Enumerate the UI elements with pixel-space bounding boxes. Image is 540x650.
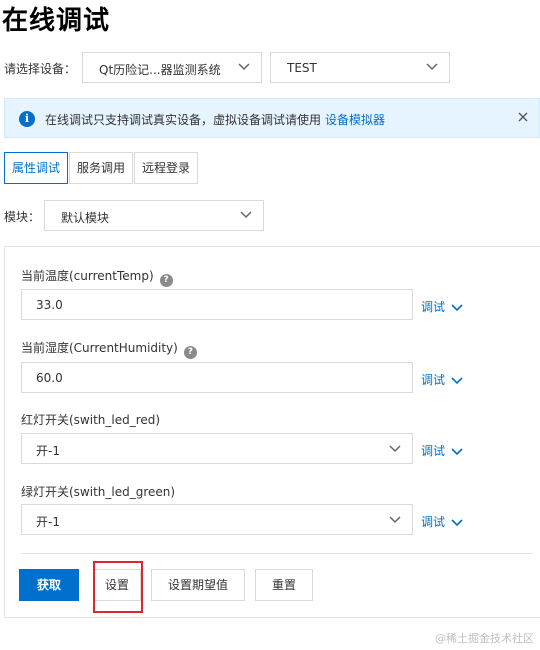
debug-link-label: 调试 [421, 515, 446, 529]
divider [21, 553, 533, 554]
debug-link[interactable]: 调试 [421, 442, 463, 459]
device-select[interactable]: TEST [270, 52, 450, 83]
green-led-select[interactable]: 开-1 [21, 504, 413, 535]
debug-link[interactable]: 调试 [421, 513, 463, 530]
field-value: 开-1 [36, 515, 60, 529]
current-temp-input[interactable]: 33.0 [21, 289, 413, 320]
device-select-value: TEST [287, 61, 317, 75]
device-simulator-link[interactable]: 设备模拟器 [325, 113, 385, 127]
info-icon: i [19, 111, 35, 127]
debug-link-label: 调试 [421, 444, 446, 458]
notice-text: 在线调试只支持调试真实设备，虚拟设备调试请使用 [45, 113, 322, 127]
tab-remote-login[interactable]: 远程登录 [134, 152, 198, 184]
red-led-select[interactable]: 开-1 [21, 433, 413, 464]
reset-button[interactable]: 重置 [255, 569, 313, 601]
help-icon[interactable]: ? [159, 274, 173, 287]
get-button[interactable]: 获取 [19, 569, 79, 601]
field-value: 60.0 [36, 371, 63, 385]
device-select-label: 请选择设备： [4, 62, 77, 76]
close-icon[interactable] [515, 109, 531, 125]
field-label-text: 绿灯开关(swith_led_green) [21, 485, 176, 499]
module-label: 模块： [4, 210, 41, 224]
notice-message: 在线调试只支持调试真实设备，虚拟设备调试请使用 设备模拟器 [45, 111, 385, 128]
product-select-value: Qt历险记...器监测系统 [99, 63, 221, 77]
watermark: @稀土掘金技术社区 [435, 632, 534, 645]
chevron-down-icon [240, 211, 252, 219]
debug-link[interactable]: 调试 [421, 298, 463, 315]
module-select-value: 默认模块 [61, 211, 110, 225]
chevron-down-icon [238, 63, 250, 71]
field-value: 开-1 [36, 444, 60, 458]
module-select[interactable]: 默认模块 [44, 200, 264, 231]
tab-property-debug[interactable]: 属性调试 [4, 152, 68, 184]
debug-link[interactable]: 调试 [421, 371, 463, 388]
help-icon[interactable]: ? [183, 346, 197, 359]
debug-link-label: 调试 [421, 373, 446, 387]
chevron-down-icon [389, 445, 401, 453]
device-select-row: 请选择设备： Qt历险记...器监测系统 TEST [4, 52, 464, 83]
field-label-text: 当前湿度(CurrentHumidity) [21, 341, 178, 355]
tab-service-call[interactable]: 服务调用 [69, 152, 133, 184]
field-label: 红灯开关(swith_led_red) [21, 411, 160, 428]
field-value: 33.0 [36, 298, 63, 312]
property-panel: 当前温度(currentTemp)? 33.0 调试 当前湿度(CurrentH… [4, 246, 540, 618]
chevron-down-icon [451, 448, 463, 456]
highlight-box [93, 561, 143, 613]
current-humidity-input[interactable]: 60.0 [21, 362, 413, 393]
page-title: 在线调试 [2, 6, 111, 36]
chevron-down-icon [426, 63, 438, 71]
debug-link-label: 调试 [421, 300, 446, 314]
chevron-down-icon [389, 516, 401, 524]
field-label-text: 当前温度(currentTemp) [21, 269, 154, 283]
field-label: 当前温度(currentTemp)? [21, 267, 173, 287]
info-notice: i 在线调试只支持调试真实设备，虚拟设备调试请使用 设备模拟器 [4, 98, 540, 138]
chevron-down-icon [451, 519, 463, 527]
field-label-text: 红灯开关(swith_led_red) [21, 413, 161, 427]
chevron-down-icon [451, 377, 463, 385]
product-select[interactable]: Qt历险记...器监测系统 [82, 52, 262, 83]
chevron-down-icon [451, 304, 463, 312]
field-label: 当前湿度(CurrentHumidity)? [21, 339, 197, 359]
field-label: 绿灯开关(swith_led_green) [21, 483, 175, 500]
set-expected-value-button[interactable]: 设置期望值 [151, 569, 245, 601]
